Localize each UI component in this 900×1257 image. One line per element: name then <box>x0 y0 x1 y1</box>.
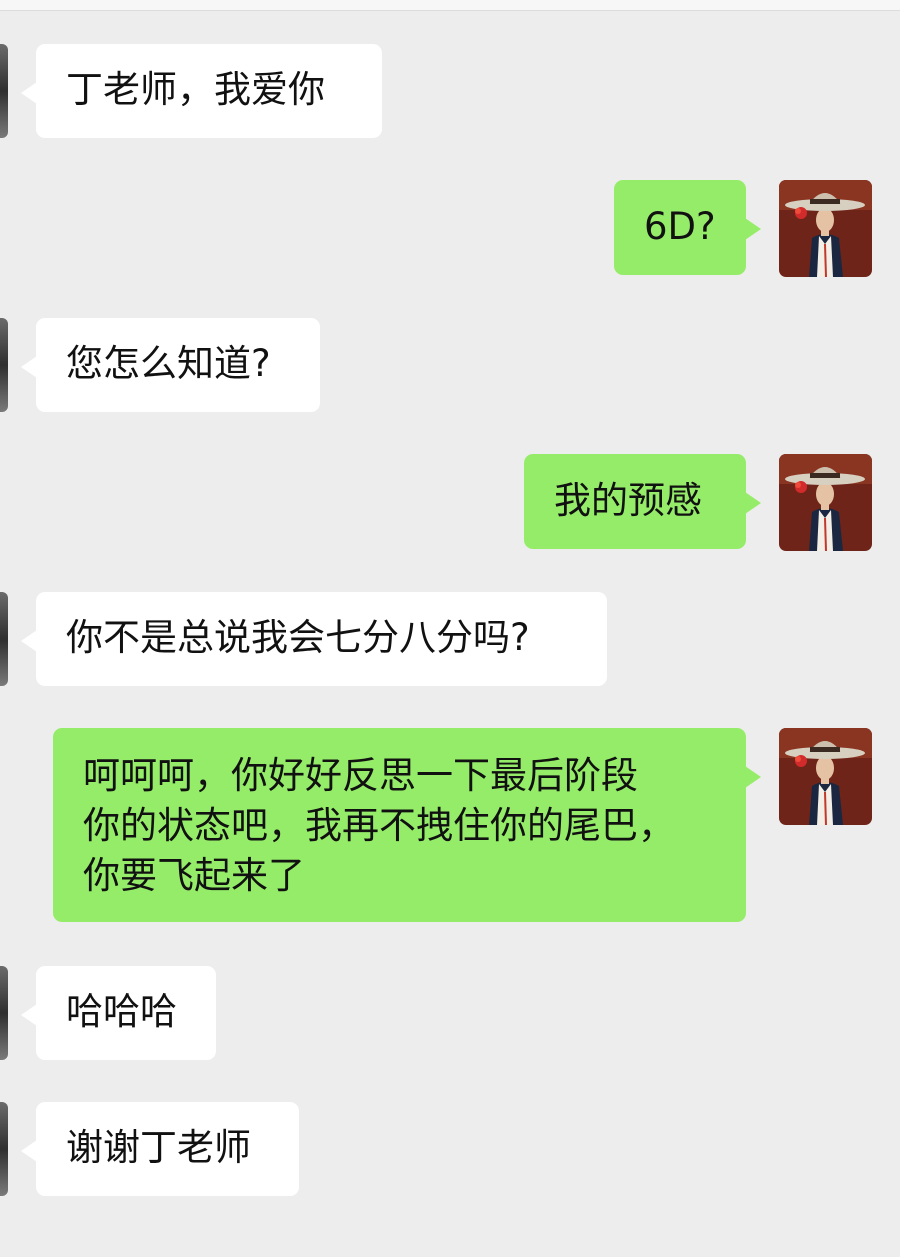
message-text: 您怎么知道? <box>66 342 271 385</box>
peer-avatar[interactable] <box>0 44 8 138</box>
message-text: 6D? <box>644 205 716 248</box>
incoming-message-bubble[interactable]: 哈哈哈 <box>21 966 216 1060</box>
peer-avatar[interactable] <box>0 966 8 1060</box>
incoming-message-bubble[interactable]: 你不是总说我会七分八分吗? <box>21 592 607 686</box>
message-text: 丁老师，我爱你 <box>66 68 325 111</box>
incoming-message-bubble[interactable]: 谢谢丁老师 <box>21 1102 299 1196</box>
peer-avatar[interactable] <box>0 592 8 686</box>
message-text-line: 你的状态吧，我再不拽住你的尾巴， <box>83 804 675 847</box>
outgoing-message-bubble[interactable]: 我的预感 <box>524 454 761 549</box>
incoming-message-bubble[interactable]: 您怎么知道? <box>21 318 320 412</box>
self-avatar[interactable] <box>779 454 872 551</box>
self-avatar-icon <box>779 454 872 551</box>
top-bar-edge <box>0 0 900 11</box>
message-text: 谢谢丁老师 <box>66 1126 251 1169</box>
outgoing-message-bubble[interactable]: 呵呵呵，你好好反思一下最后阶段 你的状态吧，我再不拽住你的尾巴， 你要飞起来了 <box>53 728 761 922</box>
peer-avatar[interactable] <box>0 318 8 412</box>
peer-avatar[interactable] <box>0 1102 8 1196</box>
message-text: 我的预感 <box>554 479 702 522</box>
message-text: 你不是总说我会七分八分吗? <box>66 616 530 659</box>
incoming-message-bubble[interactable]: 丁老师，我爱你 <box>21 44 382 138</box>
message-text-line: 呵呵呵，你好好反思一下最后阶段 <box>83 754 638 797</box>
self-avatar[interactable] <box>779 728 872 825</box>
message-text-line: 你要飞起来了 <box>83 854 305 897</box>
self-avatar[interactable] <box>779 180 872 277</box>
self-avatar-icon <box>779 180 872 277</box>
self-avatar-icon <box>779 728 872 825</box>
outgoing-message-bubble[interactable]: 6D? <box>614 180 761 275</box>
message-text: 哈哈哈 <box>66 990 177 1033</box>
